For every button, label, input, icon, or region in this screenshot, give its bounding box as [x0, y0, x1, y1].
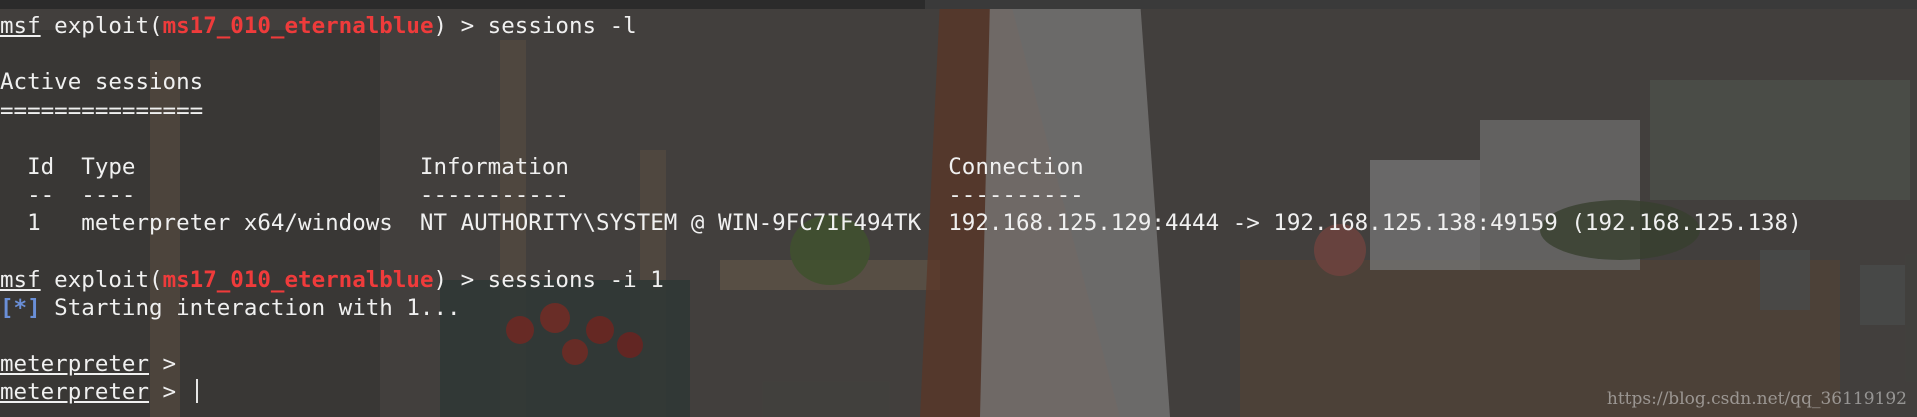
terminal-line: Id Type Information Connection	[0, 153, 1802, 181]
window-top-bar-right	[925, 0, 1917, 9]
text-cursor[interactable]	[195, 379, 198, 404]
terminal-line: msf exploit(ms17_010_eternalblue) > sess…	[0, 266, 1802, 294]
terminal-text: ===============	[0, 97, 204, 124]
terminal-line: msf exploit(ms17_010_eternalblue) > sess…	[0, 12, 1802, 40]
terminal-text: ) > sessions -l	[433, 13, 637, 39]
terminal-text: >	[149, 379, 190, 406]
terminal-line: meterpreter >	[0, 378, 1802, 406]
prompt-label: meterpreter	[0, 351, 150, 378]
module-name: ms17_010_eternalblue	[162, 13, 434, 39]
terminal-line: 1 meterpreter x64/windows NT AUTHORITY\S…	[0, 209, 1802, 237]
terminal-text: >	[149, 351, 177, 378]
terminal-text: ) > sessions -i 1	[433, 266, 664, 293]
terminal-window[interactable]: msf exploit(ms17_010_eternalblue) > sess…	[0, 0, 1917, 417]
terminal-text: Active sessions	[0, 69, 204, 96]
prompt-label: meterpreter	[0, 379, 150, 406]
watermark-text: https://blog.csdn.net/qq_36119192	[1606, 389, 1907, 409]
terminal-line: meterpreter >	[0, 350, 1802, 378]
terminal-text: exploit(	[40, 266, 163, 293]
prompt-label: msf	[0, 266, 41, 293]
terminal-line: [*] Starting interaction with 1...	[0, 294, 1802, 322]
prompt-label: msf	[0, 13, 41, 39]
status-marker: [*]	[0, 294, 41, 321]
terminal-text: Id Type Information Connection	[0, 153, 1084, 180]
module-name: ms17_010_eternalblue	[162, 266, 434, 293]
terminal-text: exploit(	[40, 13, 163, 39]
terminal-line: Active sessions	[0, 68, 1802, 96]
terminal-text: Starting interaction with 1...	[40, 294, 461, 321]
terminal-line: ===============	[0, 97, 1802, 125]
terminal-text: 1 meterpreter x64/windows NT AUTHORITY\S…	[0, 210, 1802, 237]
terminal-line: -- ---- ----------- ----------	[0, 181, 1802, 209]
terminal-text: -- ---- ----------- ----------	[0, 182, 1084, 209]
terminal-output[interactable]: msf exploit(ms17_010_eternalblue) > sess…	[0, 12, 1802, 407]
